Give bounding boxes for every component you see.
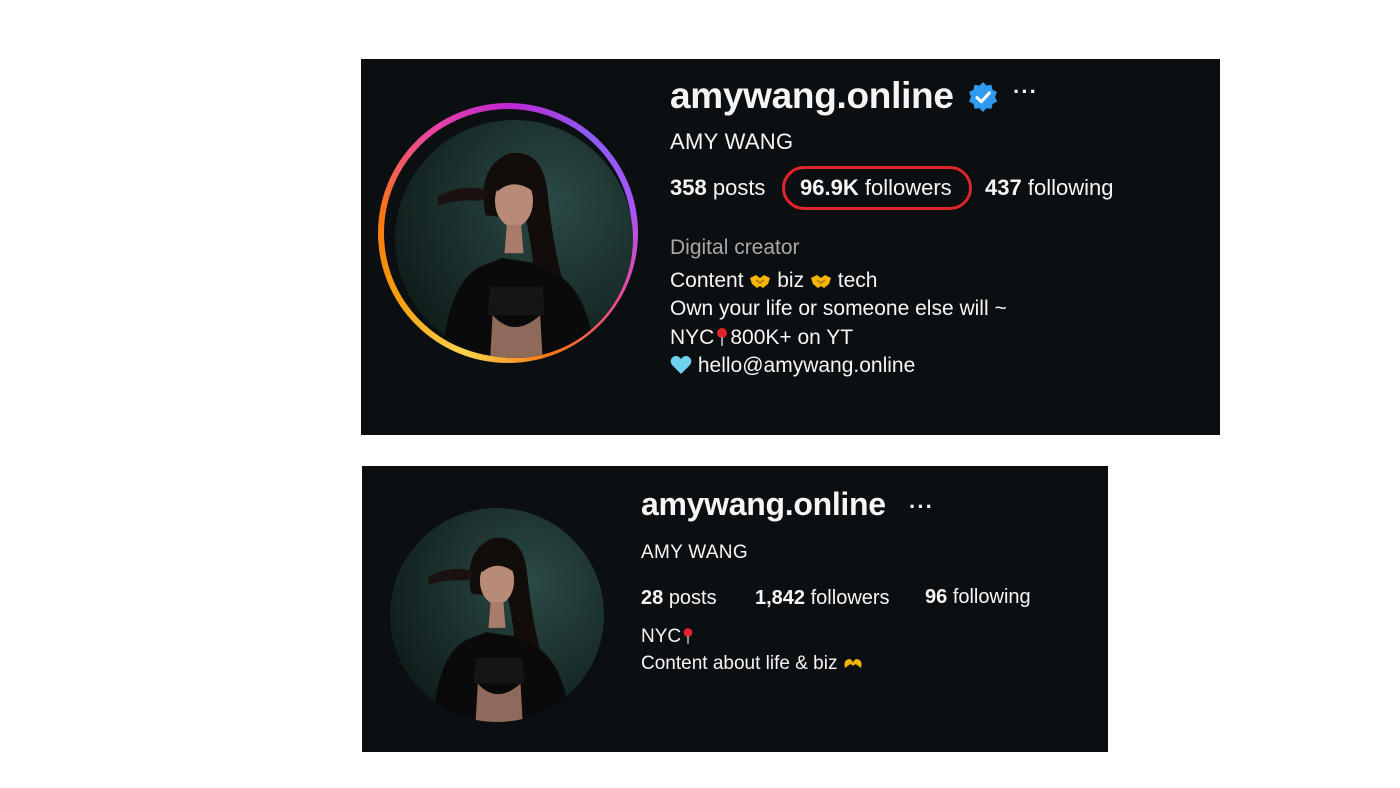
bio-line-2: Content about life & biz [641,653,863,675]
posts-count: 28 posts [641,587,717,609]
bio-line-2: Own your life or someone else will ~ [670,297,1007,320]
avatar[interactable] [390,508,604,722]
verified-badge-icon [969,82,997,112]
profile-username: amywang.online [670,75,954,116]
profile-category: Digital creator [670,236,800,259]
more-options-button[interactable]: ··· [909,494,934,520]
following-link[interactable]: 96 following [925,586,1031,609]
avatar-photo [428,537,570,722]
profile-header-current: amywang.online ··· AMY WANG 358 posts 96… [361,59,1220,435]
avatar-photo [437,152,595,358]
round-pushpin-icon [683,628,693,644]
handshake-icon [750,275,771,288]
bio-line-3: NYC 800K+ on YT [670,326,854,349]
avatar[interactable] [395,120,633,358]
bio-line-1: Content biz tech [670,269,878,292]
profile-full-name: AMY WANG [641,542,748,563]
followers-link[interactable]: 96.9K followers [800,175,952,201]
more-options-button[interactable]: ··· [1013,79,1038,105]
bio-line-1: NYC [641,626,695,648]
profile-username: amywang.online [641,486,886,522]
following-link[interactable]: 437 following [985,175,1113,201]
followers-link[interactable]: 1,842 followers [755,587,890,610]
heart-hands-icon [844,659,862,668]
bio-line-4: hello@amywang.online [670,354,915,378]
profile-header-earlier: amywang.online ··· AMY WANG 28 posts 1,8… [362,466,1108,752]
light-blue-heart-icon [670,355,692,374]
posts-count: 358 posts [670,175,766,200]
round-pushpin-icon [717,328,728,346]
email-link[interactable]: hello@amywang.online [698,354,915,377]
story-ring[interactable] [378,103,638,363]
profile-full-name: AMY WANG [670,129,794,154]
handshake-icon [810,275,831,288]
